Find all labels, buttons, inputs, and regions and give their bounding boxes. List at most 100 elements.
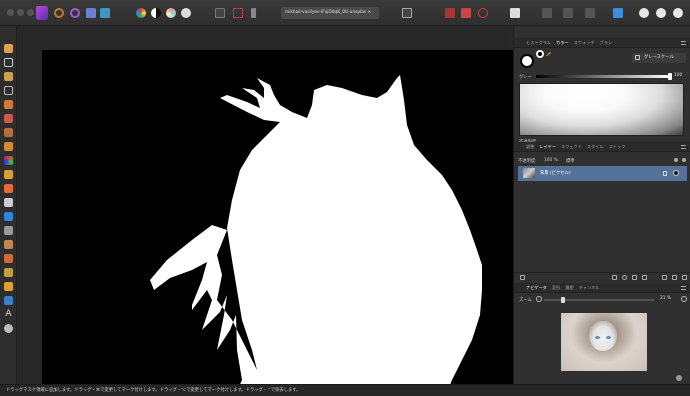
tab-transform[interactable]: 変形 bbox=[552, 285, 560, 291]
zoom-window-button[interactable] bbox=[27, 9, 34, 16]
smudge-tool-icon[interactable] bbox=[4, 268, 13, 277]
gray-slider[interactable] bbox=[536, 73, 672, 80]
close-window-button[interactable] bbox=[7, 9, 14, 16]
pixel-tool-icon[interactable] bbox=[4, 184, 13, 193]
tab-effects[interactable]: エフェクト bbox=[561, 144, 582, 150]
invert-selection-icon[interactable] bbox=[251, 8, 261, 18]
pen-tool-icon[interactable] bbox=[4, 282, 13, 291]
gray-label: グレー bbox=[519, 75, 532, 80]
color-wheel-icon[interactable] bbox=[136, 8, 146, 18]
selection-brush-icon[interactable] bbox=[4, 100, 13, 109]
stroke-icon[interactable] bbox=[510, 8, 520, 18]
app-persona-icon[interactable] bbox=[36, 6, 48, 20]
eyedropper-icon[interactable] bbox=[546, 50, 552, 56]
live-filter-icon[interactable] bbox=[632, 275, 637, 280]
color-picker-tool-icon[interactable] bbox=[4, 72, 13, 81]
tab-styles[interactable]: スタイル bbox=[587, 144, 604, 150]
layer-visibility-icon[interactable] bbox=[673, 170, 679, 176]
layer-thumbnail bbox=[523, 168, 535, 178]
refine-icon[interactable] bbox=[478, 8, 488, 18]
navigator-panel-menu-icon[interactable] bbox=[681, 286, 686, 290]
paint-brush-icon[interactable] bbox=[4, 170, 13, 179]
select-rect-icon[interactable] bbox=[215, 8, 225, 18]
deselect-icon[interactable] bbox=[233, 8, 243, 18]
layers-controls: 不透明度: 100 % 標準 bbox=[514, 156, 690, 166]
adjustment-icon[interactable] bbox=[622, 275, 627, 280]
status-bar: ドラッグマスク領域に追加します。ドラッグ・⌘で変更してマーク付けします。ドラッグ… bbox=[0, 384, 690, 396]
secondary-color-swatch[interactable] bbox=[536, 50, 544, 58]
fill-tool-icon[interactable] bbox=[4, 212, 13, 221]
gray-slider-knob[interactable] bbox=[668, 73, 672, 80]
zoom-slider-knob[interactable] bbox=[561, 297, 565, 303]
mask-overlay-icon[interactable] bbox=[445, 8, 455, 18]
assistant-icon[interactable] bbox=[639, 8, 649, 18]
align-icon[interactable] bbox=[585, 8, 595, 18]
document-tab[interactable]: mikhail-vasilyev-IFxjDdqK_0U-unsplas × bbox=[281, 7, 379, 19]
snap-icon[interactable] bbox=[542, 8, 552, 18]
shape-tool-icon[interactable] bbox=[4, 296, 13, 305]
layer-row[interactable]: 背景 (ピクセル) bbox=[518, 166, 687, 181]
crop-tool-icon[interactable] bbox=[4, 86, 13, 95]
zoom-tool-icon[interactable] bbox=[4, 324, 13, 333]
eraser-tool-icon[interactable] bbox=[4, 198, 13, 207]
hsl-icon[interactable] bbox=[166, 8, 176, 18]
healing-tool-icon[interactable] bbox=[4, 254, 13, 263]
freehand-select-icon[interactable] bbox=[4, 142, 13, 151]
delete-layer-icon[interactable] bbox=[682, 275, 687, 280]
gray-value[interactable]: 100 bbox=[674, 73, 682, 78]
navigator-settings-icon[interactable] bbox=[676, 375, 682, 381]
group-folder-icon[interactable] bbox=[662, 275, 667, 280]
mask-red-icon[interactable] bbox=[461, 8, 471, 18]
layers-panel: 調整 レイヤー エフェクト スタイル ストック 不透明度: 100 % 標準 背… bbox=[514, 142, 690, 282]
quick-mask-icon[interactable] bbox=[402, 8, 412, 18]
minimize-window-button[interactable] bbox=[17, 9, 24, 16]
view-icon[interactable] bbox=[656, 8, 666, 18]
studio-icon[interactable] bbox=[613, 8, 623, 18]
liquify-persona-icon[interactable] bbox=[70, 8, 80, 18]
tools-panel: A bbox=[0, 26, 17, 384]
marquee-tool-icon[interactable] bbox=[4, 128, 13, 137]
develop-persona-icon[interactable] bbox=[86, 8, 96, 18]
tab-navigator[interactable]: ナビゲータ bbox=[526, 285, 547, 291]
layer-stack-icon[interactable] bbox=[520, 275, 525, 280]
brush-layer-icon[interactable] bbox=[642, 275, 647, 280]
white-balance-icon[interactable] bbox=[181, 8, 191, 18]
zoom-slider[interactable] bbox=[544, 297, 654, 303]
grid-icon[interactable] bbox=[563, 8, 573, 18]
share-icon[interactable] bbox=[673, 8, 683, 18]
contrast-icon[interactable] bbox=[151, 8, 161, 18]
layers-panel-menu-icon[interactable] bbox=[681, 145, 686, 149]
navigator-preview[interactable] bbox=[561, 313, 647, 371]
layer-lock-icon[interactable] bbox=[663, 171, 667, 176]
pixel-persona-icon[interactable] bbox=[54, 8, 64, 18]
blend-mode-select[interactable]: 標準 bbox=[566, 158, 575, 164]
tab-layers[interactable]: レイヤー bbox=[539, 144, 556, 150]
move-tool-icon[interactable] bbox=[4, 58, 13, 67]
zoom-out-icon[interactable] bbox=[536, 296, 542, 302]
canvas-area[interactable] bbox=[17, 26, 514, 393]
layer-opacity-value[interactable]: 100 % bbox=[544, 158, 558, 163]
tab-stock[interactable]: ストック bbox=[609, 144, 626, 150]
tab-channels[interactable]: チャンネル bbox=[579, 285, 600, 291]
grayscale-mode-button[interactable]: グレースケール bbox=[632, 53, 686, 63]
primary-color-swatch[interactable] bbox=[520, 54, 534, 68]
add-layer-icon[interactable] bbox=[672, 275, 677, 280]
layer-settings-icon[interactable] bbox=[674, 158, 678, 162]
add-mask-icon[interactable] bbox=[612, 275, 617, 280]
dodge-tool-icon[interactable] bbox=[4, 226, 13, 235]
lock-icon bbox=[635, 55, 640, 60]
export-persona-icon[interactable] bbox=[100, 8, 110, 18]
hand-tool-icon[interactable] bbox=[4, 44, 13, 53]
zoom-in-icon[interactable] bbox=[681, 296, 687, 302]
flood-select-icon[interactable] bbox=[4, 114, 13, 123]
color-tool-icon[interactable] bbox=[4, 156, 13, 165]
gray-picker-area[interactable] bbox=[519, 83, 684, 136]
cat-eye-right bbox=[606, 336, 611, 339]
clone-tool-icon[interactable] bbox=[4, 240, 13, 249]
layer-gear-icon[interactable] bbox=[682, 158, 686, 162]
tab-history[interactable]: 履歴 bbox=[565, 285, 573, 291]
tab-adjustments[interactable]: 調整 bbox=[526, 144, 534, 150]
text-tool-icon[interactable]: A bbox=[4, 310, 13, 319]
document-canvas[interactable] bbox=[42, 50, 514, 393]
zoom-value[interactable]: 21 % bbox=[660, 296, 671, 301]
